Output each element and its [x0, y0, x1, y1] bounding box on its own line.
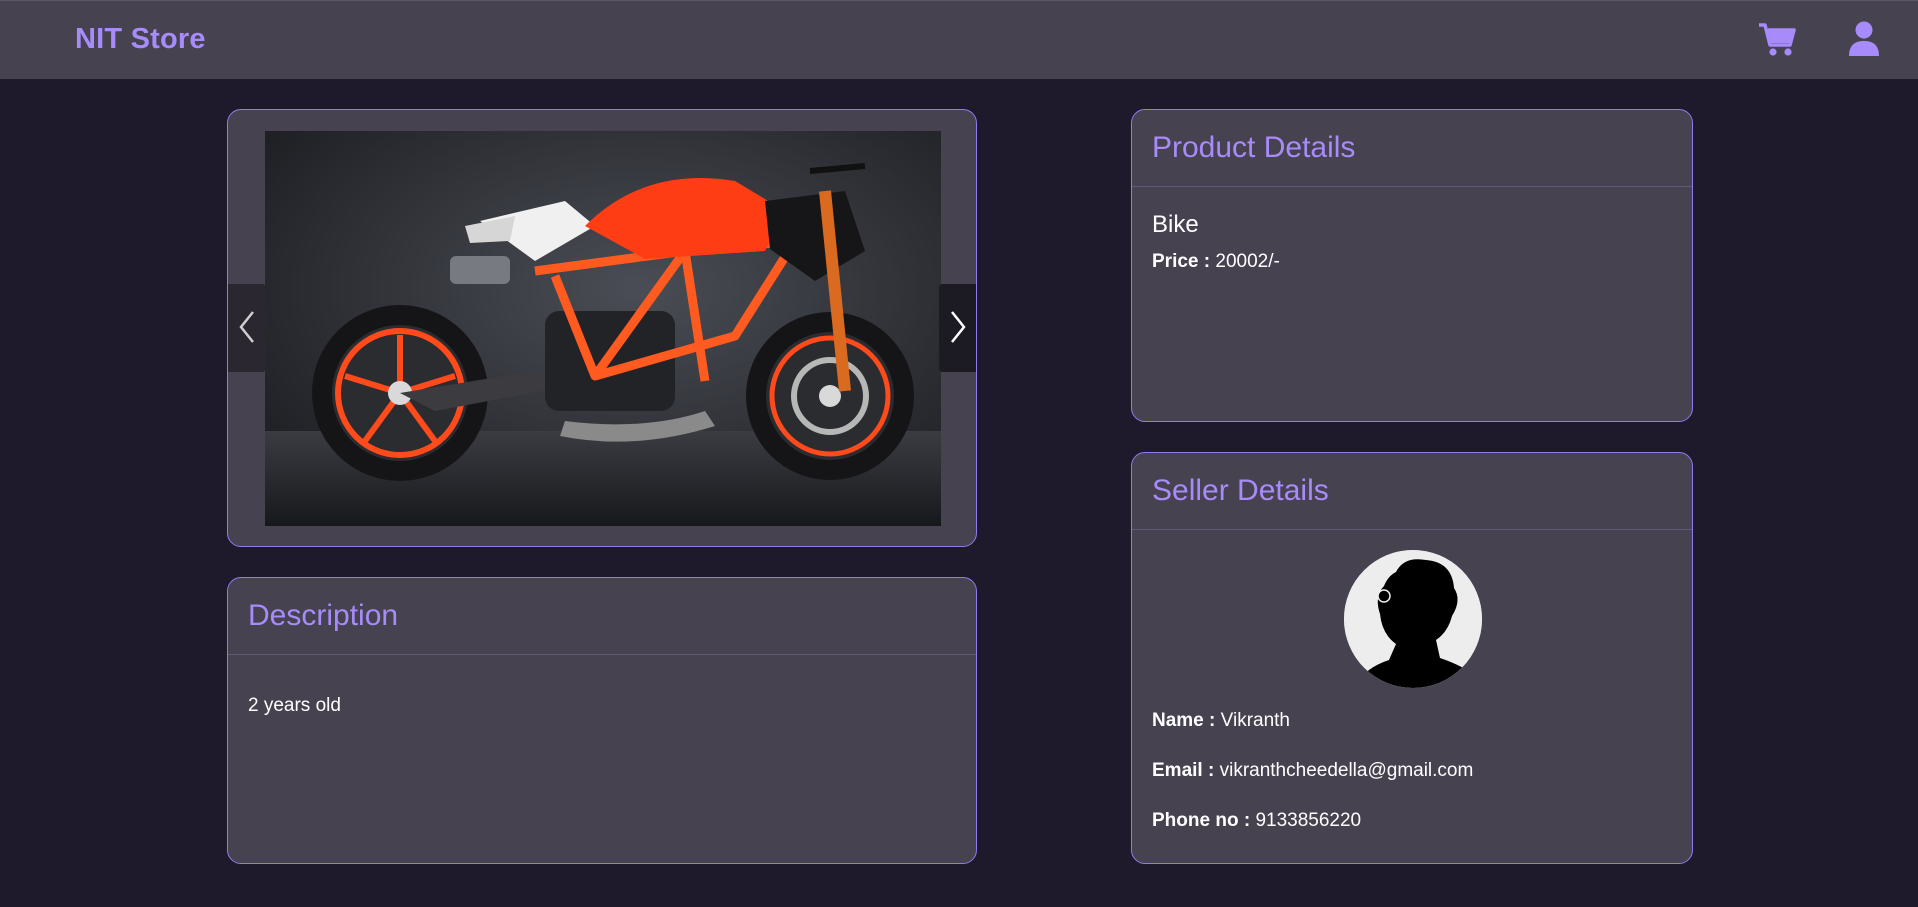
seller-details-card: Seller Details Name : Vikranth Email : v… [1131, 452, 1693, 864]
product-name: Bike [1152, 211, 1199, 238]
seller-details-title: Seller Details [1152, 474, 1329, 507]
navbar: NIT Store [0, 0, 1918, 79]
chevron-left-icon [238, 310, 256, 347]
product-image-carousel [227, 109, 977, 547]
seller-avatar [1344, 550, 1482, 688]
user-icon[interactable] [1848, 21, 1880, 62]
product-details-header: Product Details [1132, 110, 1692, 187]
price-value: 20002/- [1215, 251, 1280, 272]
chevron-right-icon [949, 310, 967, 347]
brand-logo-link[interactable]: NIT Store [75, 23, 206, 56]
seller-details-header: Seller Details [1132, 453, 1692, 530]
description-title: Description [248, 599, 399, 632]
product-image [265, 131, 941, 526]
seller-phone-label: Phone no : [1152, 810, 1251, 831]
seller-name-value: Vikranth [1220, 710, 1290, 731]
seller-email-label: Email : [1152, 760, 1215, 781]
description-card: Description 2 years old [227, 577, 977, 864]
carousel-next-button[interactable] [939, 284, 976, 372]
seller-phone: Phone no : 9133856220 [1152, 810, 1361, 832]
seller-name-label: Name : [1152, 710, 1216, 731]
carousel-prev-button[interactable] [228, 284, 266, 372]
shopping-cart-icon[interactable] [1758, 21, 1796, 62]
product-details-card: Product Details Bike Price : 20002/- [1131, 109, 1693, 422]
product-details-title: Product Details [1152, 131, 1356, 164]
seller-email: Email : vikranthcheedella@gmail.com [1152, 760, 1473, 782]
description-header: Description [228, 578, 976, 655]
seller-email-value: vikranthcheedella@gmail.com [1219, 760, 1474, 781]
product-price: Price : 20002/- [1152, 251, 1672, 273]
seller-phone-value: 9133856220 [1255, 810, 1362, 831]
price-label: Price : [1152, 251, 1211, 272]
description-text: 2 years old [248, 695, 341, 716]
seller-name: Name : Vikranth [1152, 710, 1290, 732]
